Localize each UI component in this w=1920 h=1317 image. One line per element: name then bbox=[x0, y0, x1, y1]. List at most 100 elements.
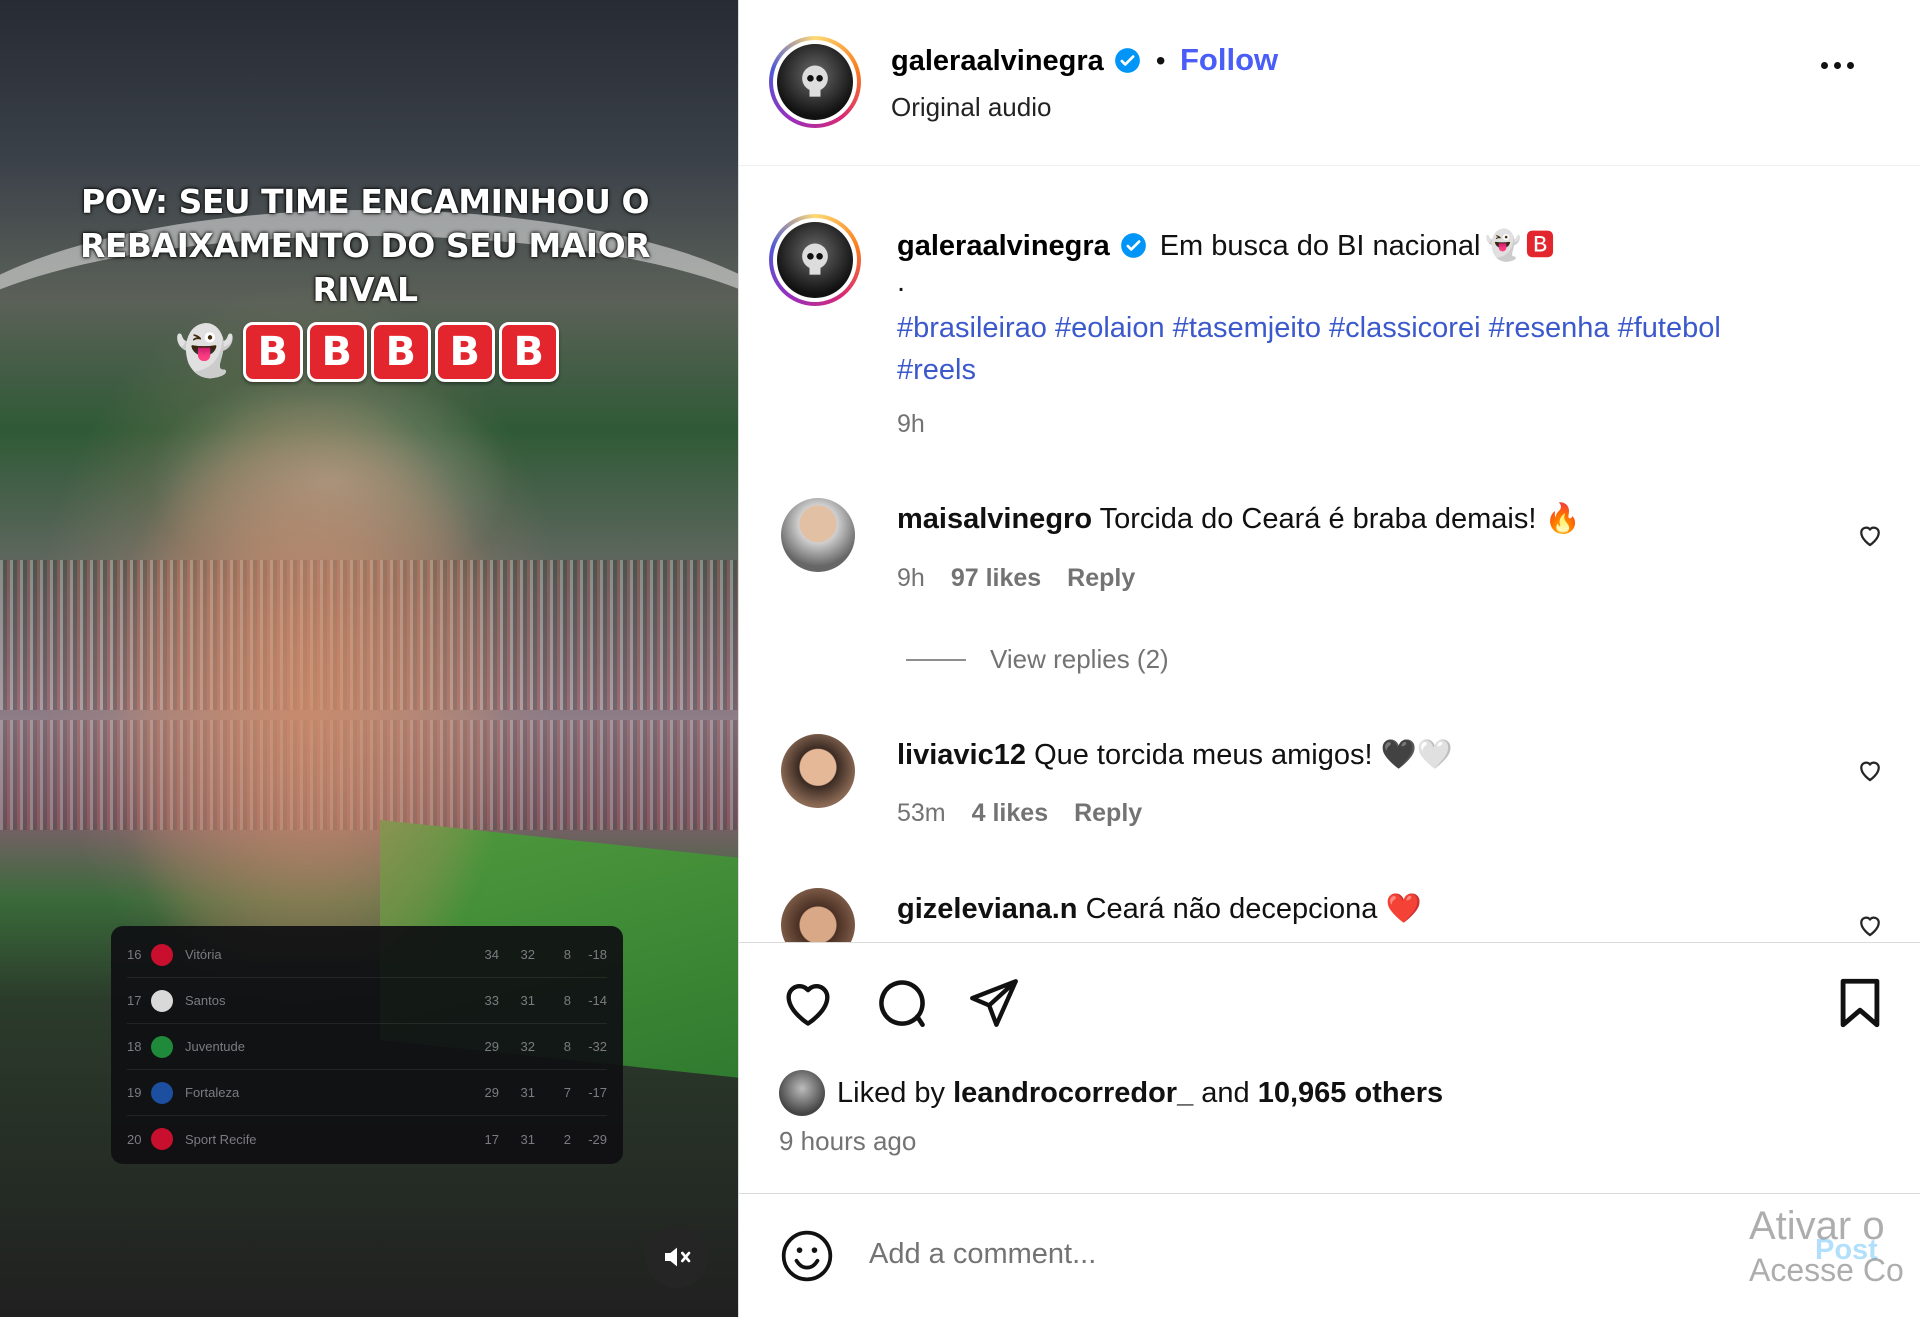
comment-text-line: maisalvinegro Torcida do Ceará é braba d… bbox=[897, 502, 1581, 536]
b-tile: B bbox=[242, 322, 303, 382]
post-panel: galeraalvinegra • Follow Original audio … bbox=[738, 0, 1920, 1317]
author-avatar[interactable] bbox=[769, 36, 861, 128]
comment-meta: 9h 97 likes Reply bbox=[897, 564, 1135, 593]
standings-wins: 7 bbox=[563, 1085, 571, 1100]
audio-label[interactable]: Original audio bbox=[891, 92, 1051, 123]
b-tile: B bbox=[306, 322, 367, 382]
verified-badge-icon bbox=[1115, 48, 1141, 73]
comment-likes[interactable]: 4 likes bbox=[972, 799, 1048, 828]
save-bookmark-icon[interactable] bbox=[1831, 974, 1889, 1032]
standings-team: Juventude bbox=[185, 1039, 245, 1054]
reel-video[interactable]: POV: SEU TIME ENCAMINHOU O REBAIXAMENTO … bbox=[0, 0, 738, 1317]
view-replies-button[interactable]: View replies (2) bbox=[906, 644, 1169, 675]
activate-windows-watermark: Ativar o bbox=[1749, 1204, 1885, 1248]
skull-logo-icon bbox=[802, 65, 828, 97]
standings-wins: 2 bbox=[563, 1131, 571, 1147]
hand-blur bbox=[120, 400, 500, 960]
comment-text: Torcida do Ceará é braba demais! bbox=[1099, 503, 1537, 535]
comment-avatar[interactable] bbox=[781, 734, 855, 808]
ghost-emoji: 👻 bbox=[175, 325, 235, 378]
standings-table: 16 Vitória 34 32 8 -18 17 Santos 33 31 8… bbox=[111, 926, 623, 1164]
standings-pts: 29 bbox=[484, 1039, 499, 1054]
standings-row: 17 Santos 33 31 8 -14 bbox=[127, 978, 607, 1024]
author-username[interactable]: galeraalvinegra bbox=[891, 45, 1104, 77]
actions-divider bbox=[739, 942, 1920, 943]
standings-row: 19 Fortaleza 29 31 7 -17 bbox=[127, 1070, 607, 1116]
red-heart-emoji: ❤️ bbox=[1385, 893, 1422, 925]
standings-row: 18 Juventude 29 32 8 -32 bbox=[127, 1024, 607, 1070]
comment-text-line: liviavic12 Que torcida meus amigos! 🖤🤍 bbox=[897, 738, 1453, 772]
comment-time: 53m bbox=[897, 799, 946, 827]
more-options-icon[interactable] bbox=[1821, 62, 1854, 69]
emoji-picker-icon[interactable] bbox=[779, 1228, 835, 1284]
standings-pos: 17 bbox=[127, 993, 142, 1008]
verified-badge-icon bbox=[1121, 233, 1147, 258]
liked-by-prefix: Liked by bbox=[837, 1076, 946, 1109]
speaker-muted-icon bbox=[665, 1247, 691, 1267]
standings-team: Vitória bbox=[185, 947, 222, 962]
liker-username[interactable]: leandrocorredor_ bbox=[953, 1077, 1193, 1110]
view-replies-label: View replies (2) bbox=[990, 644, 1169, 674]
follow-button[interactable]: Follow bbox=[1180, 42, 1278, 77]
standings-gd: -18 bbox=[588, 947, 607, 962]
standings-games: 32 bbox=[520, 947, 535, 962]
hearts-emoji: 🖤🤍 bbox=[1380, 739, 1453, 771]
liked-by-and: and bbox=[1201, 1076, 1250, 1109]
standings-pts: 29 bbox=[484, 1085, 499, 1100]
hashtag-reels[interactable]: #reels bbox=[897, 349, 976, 391]
team-crest-icon bbox=[151, 1035, 173, 1058]
comment-reply-button[interactable]: Reply bbox=[1074, 799, 1142, 828]
hashtags-line[interactable]: #brasileirao #eolaion #tasemjeito #class… bbox=[897, 307, 1721, 349]
comment-input[interactable] bbox=[869, 1222, 1689, 1286]
fire-emoji: 🔥 bbox=[1544, 503, 1581, 535]
caption-avatar[interactable] bbox=[769, 214, 861, 306]
replies-line bbox=[906, 658, 966, 661]
standings-pos: 20 bbox=[127, 1131, 142, 1147]
caption-dot: . bbox=[897, 266, 906, 298]
standings-gd: -32 bbox=[588, 1039, 607, 1054]
standings-gd: -29 bbox=[588, 1131, 607, 1147]
comment-username[interactable]: gizeleviana.n bbox=[897, 893, 1078, 925]
caption-line: galeraalvinegra Em busca do BI nacional … bbox=[897, 222, 1555, 264]
comment-avatar[interactable] bbox=[781, 498, 855, 572]
standings-row: 20 Sport Recife 17 31 2 -29 bbox=[127, 1116, 607, 1162]
mute-button[interactable] bbox=[646, 1226, 708, 1288]
standings-pts: 17 bbox=[484, 1131, 499, 1147]
b-tile: B bbox=[498, 322, 559, 382]
standings-gd: -17 bbox=[588, 1085, 607, 1100]
standings-team: Sport Recife bbox=[185, 1131, 257, 1147]
video-overlay-caption: POV: SEU TIME ENCAMINHOU O REBAIXAMENTO … bbox=[79, 182, 651, 309]
liker-avatar[interactable] bbox=[779, 1070, 825, 1116]
standings-pts: 33 bbox=[484, 993, 499, 1008]
comment-reply-button[interactable]: Reply bbox=[1067, 564, 1135, 593]
team-crest-icon bbox=[151, 1081, 173, 1104]
comment-text: Ceará não decepciona bbox=[1085, 893, 1378, 925]
comment-username[interactable]: liviavic12 bbox=[897, 739, 1026, 771]
standings-games: 31 bbox=[520, 1131, 535, 1147]
comment-username[interactable]: maisalvinegro bbox=[897, 503, 1092, 535]
comment-heart-icon[interactable] bbox=[1855, 910, 1885, 940]
standings-games: 31 bbox=[520, 993, 535, 1008]
comment-heart-icon[interactable] bbox=[1855, 520, 1885, 550]
standings-pos: 18 bbox=[127, 1039, 142, 1054]
standings-gd: -14 bbox=[588, 993, 607, 1008]
standings-games: 32 bbox=[520, 1039, 535, 1054]
comment-heart-icon[interactable] bbox=[1855, 755, 1885, 785]
team-crest-icon bbox=[151, 989, 173, 1012]
likes-count[interactable]: 10,965 others bbox=[1258, 1077, 1443, 1110]
comment-likes[interactable]: 97 likes bbox=[951, 564, 1041, 593]
action-bar bbox=[779, 974, 1889, 1034]
team-crest-icon bbox=[151, 1128, 173, 1150]
standings-games: 31 bbox=[520, 1085, 535, 1100]
caption-time: 9h bbox=[897, 410, 925, 438]
standings-wins: 8 bbox=[563, 1039, 571, 1054]
share-paper-plane-icon[interactable] bbox=[965, 974, 1023, 1032]
standings-row: 16 Vitória 34 32 8 -18 bbox=[127, 932, 607, 978]
comment-bubble-icon[interactable] bbox=[873, 974, 931, 1032]
caption-username[interactable]: galeraalvinegra bbox=[897, 230, 1110, 262]
comment-time: 9h bbox=[897, 564, 925, 592]
standings-pos: 19 bbox=[127, 1085, 142, 1100]
b-emoji: 🅱 bbox=[1525, 230, 1555, 262]
comment-avatar[interactable] bbox=[781, 888, 855, 942]
like-heart-icon[interactable] bbox=[779, 974, 837, 1032]
